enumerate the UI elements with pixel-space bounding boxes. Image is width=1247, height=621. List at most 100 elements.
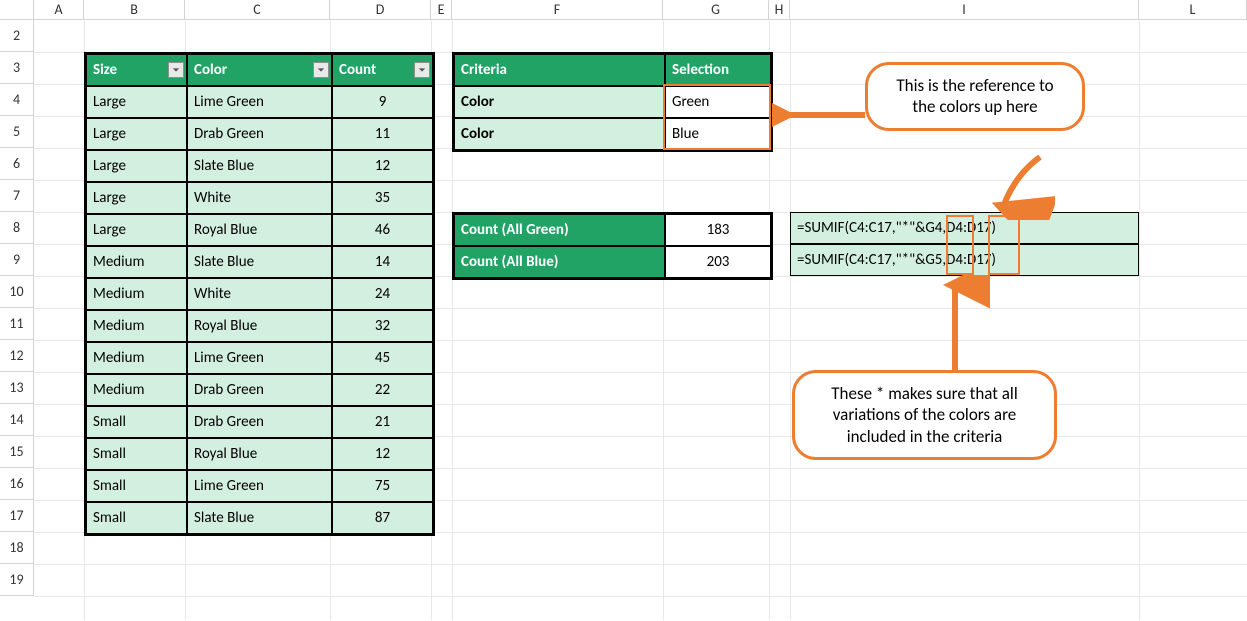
row-header-3[interactable]: 3 xyxy=(0,52,34,84)
cell[interactable]: Lime Green xyxy=(187,470,332,502)
formula-cell-I9[interactable]: =SUMIF(C4:C17,"*"&G5,D4:D17) xyxy=(790,244,1139,276)
cell[interactable]: 75 xyxy=(332,470,433,502)
row-headers: 2 3 4 5 6 7 8 9 10 11 12 13 14 15 16 17 … xyxy=(0,20,34,596)
row-header-12[interactable]: 12 xyxy=(0,340,34,372)
cell[interactable]: Large xyxy=(86,150,187,182)
row-header-6[interactable]: 6 xyxy=(0,148,34,180)
count-value[interactable]: 183 xyxy=(665,214,771,246)
cell[interactable]: Large xyxy=(86,214,187,246)
row-header-10[interactable]: 10 xyxy=(0,276,34,308)
row-header-2[interactable]: 2 xyxy=(0,20,34,52)
cell[interactable]: Royal Blue xyxy=(187,214,332,246)
cell[interactable]: Large xyxy=(86,118,187,150)
cell[interactable]: Large xyxy=(86,86,187,118)
cell[interactable]: Drab Green xyxy=(187,406,332,438)
select-all-corner[interactable] xyxy=(0,0,34,20)
selection-header[interactable]: Selection xyxy=(665,54,771,86)
cell[interactable]: 11 xyxy=(332,118,433,150)
col-header-L[interactable]: L xyxy=(1139,0,1247,20)
count-table[interactable]: Count (All Green) 183 Count (All Blue) 2… xyxy=(452,212,773,280)
filter-dropdown-icon[interactable] xyxy=(414,62,430,78)
row-header-7[interactable]: 7 xyxy=(0,180,34,212)
row-header-18[interactable]: 18 xyxy=(0,532,34,564)
cell[interactable]: Color xyxy=(454,86,665,118)
col-header-B[interactable]: B xyxy=(84,0,185,20)
cell[interactable]: Small xyxy=(86,502,187,534)
cell[interactable]: Royal Blue xyxy=(187,310,332,342)
cell[interactable]: 14 xyxy=(332,246,433,278)
filter-dropdown-icon[interactable] xyxy=(313,62,329,78)
cell[interactable]: Color xyxy=(454,118,665,150)
arrow-icon xyxy=(930,275,990,375)
cell[interactable]: 35 xyxy=(332,182,433,214)
row-header-5[interactable]: 5 xyxy=(0,116,34,148)
cell[interactable]: Medium xyxy=(86,246,187,278)
spreadsheet[interactable]: A B C D E F G H I L 2 3 4 5 6 7 8 9 10 1… xyxy=(0,0,1247,621)
cell[interactable]: 12 xyxy=(332,150,433,182)
count-label[interactable]: Count (All Green) xyxy=(454,214,665,246)
row-header-17[interactable]: 17 xyxy=(0,500,34,532)
cell[interactable]: 21 xyxy=(332,406,433,438)
header-label: Color xyxy=(194,61,227,79)
cell[interactable]: White xyxy=(187,278,332,310)
cell[interactable]: Small xyxy=(86,438,187,470)
col-header-F[interactable]: F xyxy=(452,0,663,20)
cell[interactable]: Lime Green xyxy=(187,86,332,118)
cell[interactable]: Large xyxy=(86,182,187,214)
cell[interactable]: 22 xyxy=(332,374,433,406)
col-header-C[interactable]: C xyxy=(185,0,330,20)
formula-cell-I8[interactable]: =SUMIF(C4:C17,"*"&G4,D4:D17) xyxy=(790,212,1139,244)
cell[interactable]: 45 xyxy=(332,342,433,374)
callout-wildcard: These * makes sure that all variations o… xyxy=(792,370,1057,460)
col-header-A[interactable]: A xyxy=(34,0,84,20)
row-header-14[interactable]: 14 xyxy=(0,404,34,436)
cell[interactable]: Slate Blue xyxy=(187,246,332,278)
cell[interactable]: 24 xyxy=(332,278,433,310)
row-header-4[interactable]: 4 xyxy=(0,84,34,116)
row-header-11[interactable]: 11 xyxy=(0,308,34,340)
header-label: Count xyxy=(339,61,376,79)
data-table-header-count[interactable]: Count xyxy=(332,54,433,86)
col-header-G[interactable]: G xyxy=(663,0,769,20)
count-label[interactable]: Count (All Blue) xyxy=(454,246,665,278)
cell[interactable]: Slate Blue xyxy=(187,502,332,534)
cell[interactable]: Medium xyxy=(86,310,187,342)
cell[interactable]: 32 xyxy=(332,310,433,342)
filter-dropdown-icon[interactable] xyxy=(168,62,184,78)
criteria-header[interactable]: Criteria xyxy=(454,54,665,86)
col-header-D[interactable]: D xyxy=(330,0,431,20)
cell[interactable]: 87 xyxy=(332,502,433,534)
cell[interactable]: Medium xyxy=(86,278,187,310)
callout-reference: This is the reference to the colors up h… xyxy=(865,62,1085,131)
row-header-9[interactable]: 9 xyxy=(0,244,34,276)
cell[interactable]: Small xyxy=(86,470,187,502)
data-table-header-color[interactable]: Color xyxy=(187,54,332,86)
count-value[interactable]: 203 xyxy=(665,246,771,278)
cell[interactable]: Drab Green xyxy=(187,374,332,406)
row-header-19[interactable]: 19 xyxy=(0,564,34,596)
cell[interactable]: Royal Blue xyxy=(187,438,332,470)
cell[interactable]: 9 xyxy=(332,86,433,118)
row-header-13[interactable]: 13 xyxy=(0,372,34,404)
cell-G5[interactable]: Blue xyxy=(665,118,771,150)
cell[interactable]: White xyxy=(187,182,332,214)
data-table-header-size[interactable]: Size xyxy=(86,54,187,86)
col-header-E[interactable]: E xyxy=(431,0,452,20)
formula-cells[interactable]: =SUMIF(C4:C17,"*"&G4,D4:D17) =SUMIF(C4:C… xyxy=(790,212,1139,276)
cell[interactable]: Lime Green xyxy=(187,342,332,374)
row-header-15[interactable]: 15 xyxy=(0,436,34,468)
cell[interactable]: Medium xyxy=(86,374,187,406)
cell[interactable]: 12 xyxy=(332,438,433,470)
col-header-I[interactable]: I xyxy=(790,0,1139,20)
cell[interactable]: Slate Blue xyxy=(187,150,332,182)
cell[interactable]: 46 xyxy=(332,214,433,246)
cell-G4[interactable]: Green xyxy=(665,86,771,118)
criteria-table[interactable]: Criteria Selection Color Green Color Blu… xyxy=(452,52,773,152)
row-header-8[interactable]: 8 xyxy=(0,212,34,244)
cell[interactable]: Drab Green xyxy=(187,118,332,150)
cell[interactable]: Medium xyxy=(86,342,187,374)
cell[interactable]: Small xyxy=(86,406,187,438)
data-table[interactable]: Size Color Count LargeLime Green9 LargeD… xyxy=(84,52,435,536)
row-header-16[interactable]: 16 xyxy=(0,468,34,500)
col-header-H[interactable]: H xyxy=(769,0,790,20)
